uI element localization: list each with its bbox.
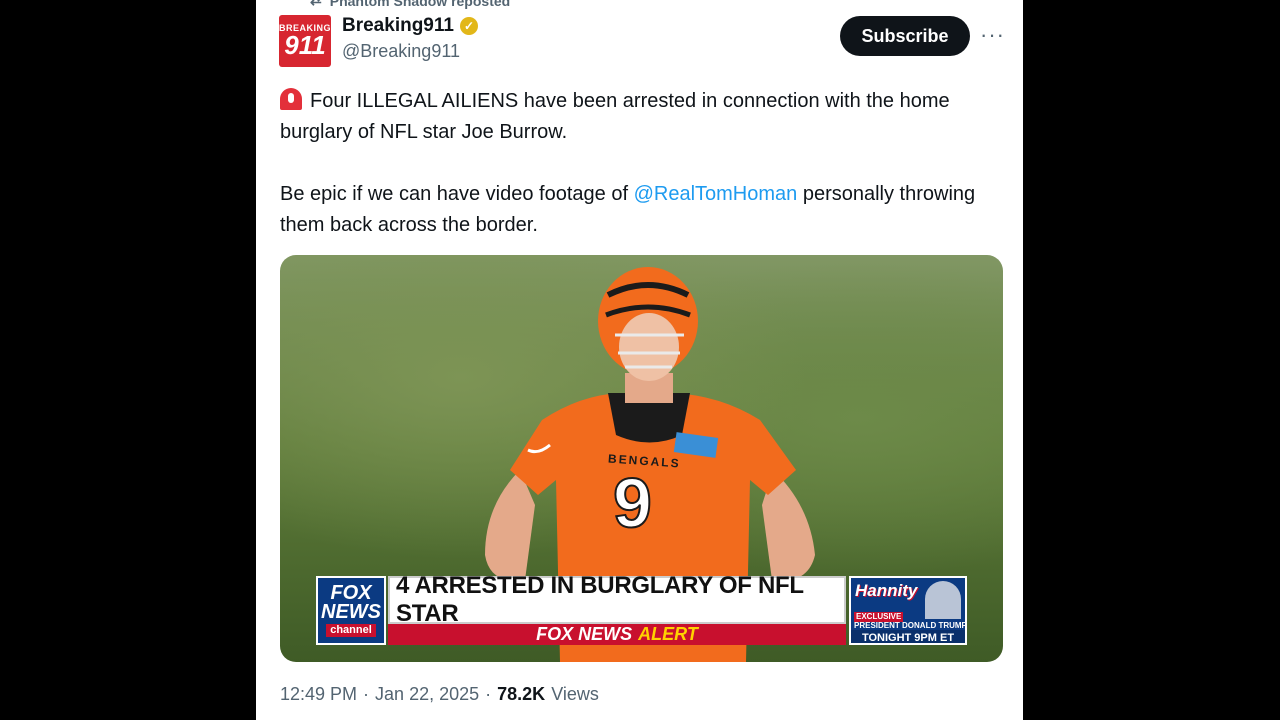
tweet-meta: 12:49 PM · Jan 22, 2025 · 78.2K Views [280, 684, 599, 705]
mention-link[interactable]: @RealTomHoman [634, 183, 798, 205]
jersey-number: 9 [612, 463, 653, 543]
fox-logo-line3: channel [326, 624, 376, 637]
verified-badge-icon[interactable]: ✓ [459, 17, 478, 35]
tweet-text: Four ILLEGAL AILIENS have been arrested … [280, 86, 980, 241]
hannity-promo: Hannity EXCLUSIVE PRESIDENT DONALD TRUMP… [849, 576, 967, 645]
more-options-icon[interactable]: ··· [980, 22, 1005, 48]
tweet-media-image[interactable]: BENGALS 9 FOX NEWS channel 4 ARRESTED IN… [280, 255, 1003, 662]
tweet-paragraph-2: Be epic if we can have video footage of … [280, 179, 980, 241]
hannity-logo: Hannity [855, 581, 918, 600]
avatar[interactable]: BREAKING 911 [279, 15, 331, 67]
avatar-text-number: 911 [284, 30, 326, 60]
meta-separator: · [485, 684, 492, 704]
repost-label: Phantom Shadow reposted [329, 0, 511, 9]
tweet-date[interactable]: Jan 22, 2025 [375, 684, 479, 705]
news-chyron: FOX NEWS channel 4 ARRESTED IN BURGLARY … [316, 572, 967, 645]
author-display-name-row[interactable]: Breaking911 ✓ [342, 15, 478, 37]
repost-indicator[interactable]: ⇄ Phantom Shadow reposted [310, 0, 510, 9]
chyron-headline: 4 ARRESTED IN BURGLARY OF NFL STAR [388, 572, 846, 627]
author-block: Breaking911 ✓ @Breaking911 [342, 15, 478, 62]
tweet-time[interactable]: 12:49 PM [280, 684, 357, 705]
subscribe-button[interactable]: Subscribe [840, 16, 970, 56]
tweet-line-2-before: Be epic if we can have video footage of [280, 183, 634, 205]
meta-separator: · [363, 684, 370, 704]
show-time: TONIGHT 9PM ET [851, 630, 965, 643]
siren-icon [280, 88, 302, 110]
fox-news-logo: FOX NEWS channel [316, 576, 386, 645]
author-display-name[interactable]: Breaking911 [342, 15, 454, 37]
alert-word: ALERT [638, 624, 698, 644]
views-count: 78.2K [497, 684, 546, 704]
tweet-paragraph-1: Four ILLEGAL AILIENS have been arrested … [280, 86, 980, 148]
fox-logo-line2: NEWS [321, 601, 381, 623]
repost-icon: ⇄ [310, 0, 322, 8]
views-label: Views [551, 684, 599, 704]
author-handle[interactable]: @Breaking911 [342, 41, 478, 62]
chyron-alert-bar: FOX NEWS ALERT [388, 624, 846, 645]
guest-portrait [925, 581, 961, 619]
alert-brand: FOX NEWS [536, 624, 633, 644]
tweet-card: ⇄ Phantom Shadow reposted BREAKING 911 B… [256, 0, 1023, 720]
tweet-line-1: Four ILLEGAL AILIENS have been arrested … [280, 90, 950, 143]
